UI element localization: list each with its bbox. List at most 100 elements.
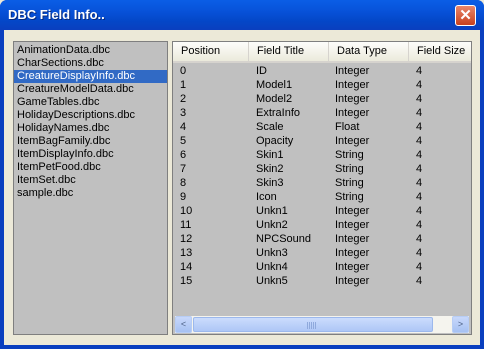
file-list-item[interactable]: HolidayNames.dbc [14, 122, 167, 135]
cell-field-size: 4 [416, 149, 423, 161]
column-header-position[interactable]: Position [173, 42, 249, 61]
cell-field-size: 4 [416, 135, 423, 147]
cell-field-title: NPCSound [256, 233, 312, 245]
dbc-file-list[interactable]: AnimationData.dbc CharSections.dbc Creatur… [13, 41, 168, 335]
table-row[interactable]: 12 NPCSound Integer 4 [173, 232, 471, 246]
file-list-item[interactable]: ItemSet.dbc [14, 174, 167, 187]
cell-field-title: Unkn2 [256, 219, 288, 231]
cell-field-size: 4 [416, 247, 423, 259]
scroll-grip-icon [307, 322, 317, 329]
cell-data-type: String [335, 191, 364, 203]
table-row[interactable]: 14 Unkn4 Integer 4 [173, 260, 471, 274]
scroll-right-button[interactable]: > [452, 316, 469, 333]
cell-field-title: ExtraInfo [256, 107, 301, 119]
cell-field-title: Unkn5 [256, 275, 288, 287]
table-row[interactable]: 9 Icon String 4 [173, 190, 471, 204]
table-row[interactable]: 5 Opacity Integer 4 [173, 134, 471, 148]
cell-position: 7 [180, 163, 187, 175]
cell-field-title: Unkn3 [256, 247, 288, 259]
file-list-item[interactable]: CreatureDisplayInfo.dbc [14, 70, 167, 83]
file-list-item[interactable]: CharSections.dbc [14, 57, 167, 70]
cell-position: 10 [180, 205, 193, 217]
close-icon: ✕ [459, 7, 472, 24]
column-header-field-size[interactable]: Field Size [409, 42, 471, 61]
cell-field-size: 4 [416, 163, 423, 175]
table-row[interactable]: 7 Skin2 String 4 [173, 162, 471, 176]
table-row[interactable]: 0 ID Integer 4 [173, 64, 471, 78]
scroll-thumb[interactable] [193, 317, 433, 332]
table-row[interactable]: 6 Skin1 String 4 [173, 148, 471, 162]
cell-field-size: 4 [416, 275, 423, 287]
cell-field-title: Skin3 [256, 177, 284, 189]
cell-field-title: Skin1 [256, 149, 284, 161]
cell-data-type: Float [335, 121, 360, 133]
scroll-left-button[interactable]: < [175, 316, 192, 333]
cell-field-size: 4 [416, 177, 423, 189]
table-row[interactable]: 3 ExtraInfo Integer 4 [173, 106, 471, 120]
file-list-item[interactable]: AnimationData.dbc [14, 44, 167, 57]
table-row[interactable]: 11 Unkn2 Integer 4 [173, 218, 471, 232]
title-bar[interactable]: DBC Field Info.. ✕ [0, 0, 484, 30]
file-list-item[interactable]: sample.dbc [14, 187, 167, 200]
file-list-item[interactable]: ItemBagFamily.dbc [14, 135, 167, 148]
cell-position: 8 [180, 177, 187, 189]
cell-position: 2 [180, 93, 187, 105]
cell-data-type: Integer [335, 205, 370, 217]
cell-data-type: Integer [335, 135, 370, 147]
table-row[interactable]: 8 Skin3 String 4 [173, 176, 471, 190]
cell-position: 12 [180, 233, 193, 245]
cell-position: 9 [180, 191, 187, 203]
table-row[interactable]: 1 Model1 Integer 4 [173, 78, 471, 92]
cell-field-size: 4 [416, 79, 423, 91]
cell-position: 11 [180, 219, 192, 231]
cell-field-title: Model1 [256, 79, 293, 91]
cell-position: 0 [180, 65, 187, 77]
cell-field-size: 4 [416, 65, 423, 77]
file-list-item[interactable]: HolidayDescriptions.dbc [14, 109, 167, 122]
cell-field-title: Skin2 [256, 163, 284, 175]
grid-rows: 0 ID Integer 4 1 Model1 Integer 4 2 Model2 Integer… [173, 64, 471, 288]
cell-field-title: Unkn1 [256, 205, 288, 217]
cell-data-type: Integer [335, 261, 370, 273]
cell-data-type: Integer [335, 93, 370, 105]
table-row[interactable]: 2 Model2 Integer 4 [173, 92, 471, 106]
cell-field-size: 4 [416, 261, 423, 273]
cell-data-type: Integer [335, 107, 370, 119]
cell-data-type: Integer [335, 65, 370, 77]
cell-position: 14 [180, 261, 193, 273]
cell-field-size: 4 [416, 205, 423, 217]
cell-field-size: 4 [416, 93, 423, 105]
file-list-item[interactable]: GameTables.dbc [14, 96, 167, 109]
cell-data-type: Integer [335, 275, 370, 287]
window-title: DBC Field Info.. [8, 7, 105, 22]
file-list-item[interactable]: ItemPetFood.dbc [14, 161, 167, 174]
cell-field-size: 4 [416, 219, 423, 231]
cell-field-title: Scale [256, 121, 284, 133]
field-grid[interactable]: Position Field Title Data Type Field Siz… [172, 41, 472, 335]
scroll-right-icon: > [457, 319, 464, 329]
file-list-item[interactable]: CreatureModelData.dbc [14, 83, 167, 96]
cell-field-size: 4 [416, 191, 423, 203]
cell-data-type: String [335, 163, 364, 175]
table-row[interactable]: 4 Scale Float 4 [173, 120, 471, 134]
column-header-field-title[interactable]: Field Title [249, 42, 329, 61]
column-header-data-type[interactable]: Data Type [329, 42, 409, 61]
cell-data-type: Integer [335, 79, 370, 91]
cell-field-size: 4 [416, 233, 423, 245]
cell-field-title: Icon [256, 191, 277, 203]
horizontal-scrollbar[interactable]: < > [175, 316, 469, 333]
cell-position: 13 [180, 247, 193, 259]
close-button[interactable]: ✕ [455, 5, 476, 26]
cell-field-title: Model2 [256, 93, 293, 105]
file-list-item[interactable]: ItemDisplayInfo.dbc [14, 148, 167, 161]
cell-field-title: Opacity [256, 135, 294, 147]
cell-position: 6 [180, 149, 187, 161]
grid-header: Position Field Title Data Type Field Siz… [173, 42, 471, 63]
table-row[interactable]: 13 Unkn3 Integer 4 [173, 246, 471, 260]
cell-data-type: String [335, 149, 364, 161]
cell-position: 15 [180, 275, 193, 287]
cell-data-type: Integer [335, 219, 370, 231]
table-row[interactable]: 15 Unkn5 Integer 4 [173, 274, 471, 288]
cell-position: 3 [180, 107, 187, 119]
table-row[interactable]: 10 Unkn1 Integer 4 [173, 204, 471, 218]
